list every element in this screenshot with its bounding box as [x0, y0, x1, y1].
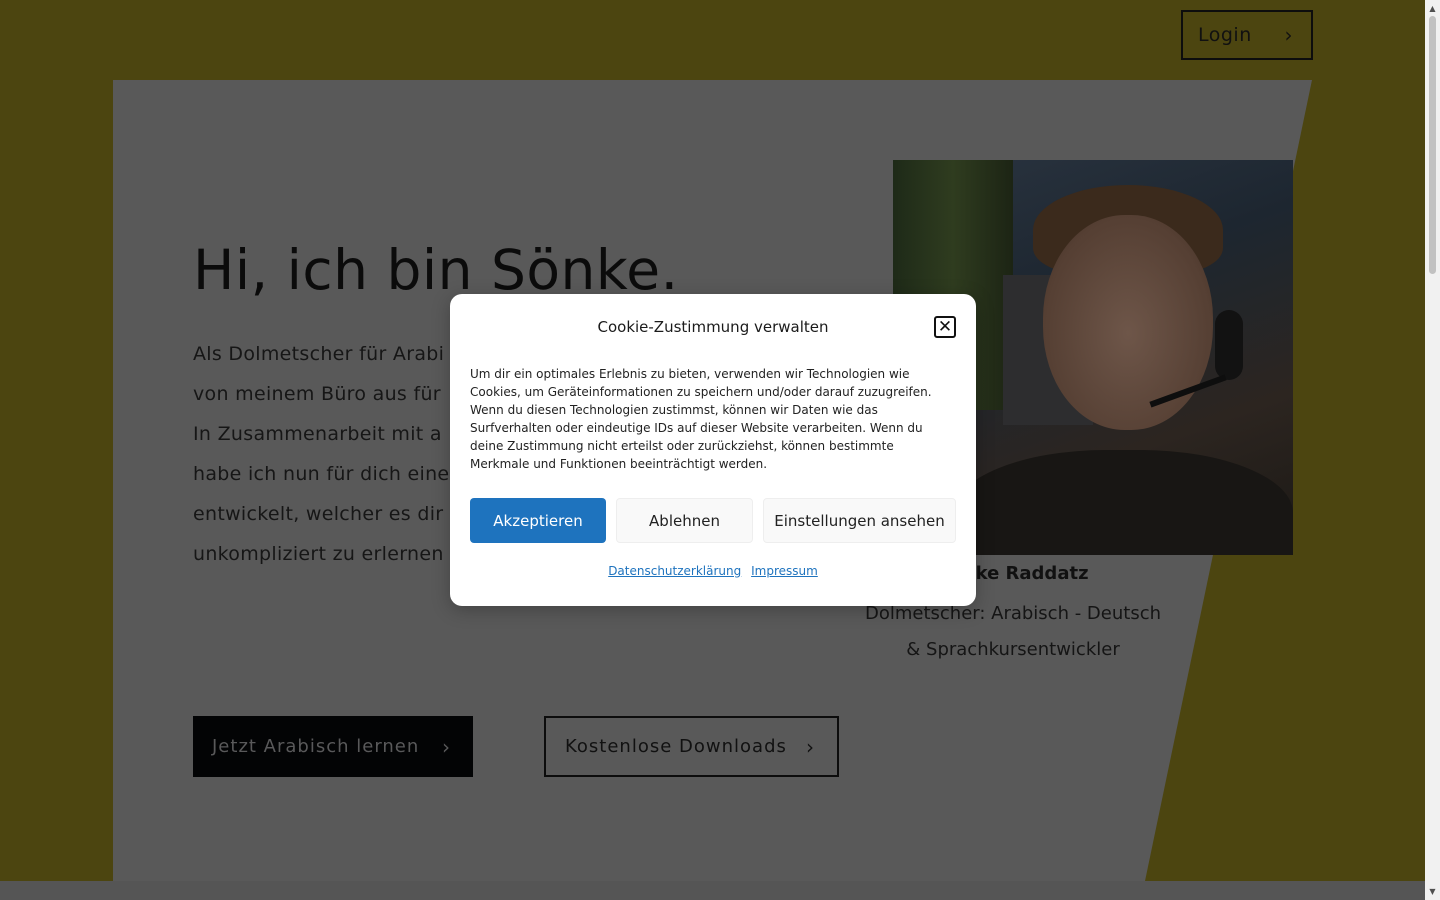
dialog-body-text: Um dir ein optimales Erlebnis zu bieten,… [470, 367, 932, 471]
scroll-down-arrow-icon[interactable]: ▼ [1425, 884, 1440, 898]
dialog-actions: Akzeptieren Ablehnen Einstellungen anseh… [470, 498, 956, 543]
modal-overlay: Cookie-Zustimmung verwalten ✕ Um dir ein… [0, 0, 1440, 900]
privacy-policy-link[interactable]: Datenschutzerklärung [608, 564, 741, 578]
accept-button[interactable]: Akzeptieren [470, 498, 606, 543]
close-icon: ✕ [937, 316, 953, 337]
vertical-scrollbar[interactable]: ▲ ▼ [1425, 0, 1440, 900]
scrollbar-thumb[interactable] [1429, 16, 1436, 274]
scroll-up-arrow-icon[interactable]: ▲ [1425, 1, 1440, 15]
dialog-title: Cookie-Zustimmung verwalten [597, 318, 829, 336]
dialog-links: Datenschutzerklärung Impressum [450, 564, 976, 578]
view-settings-button[interactable]: Einstellungen ansehen [763, 498, 956, 543]
imprint-link[interactable]: Impressum [751, 564, 818, 578]
cookie-consent-dialog: Cookie-Zustimmung verwalten ✕ Um dir ein… [450, 294, 976, 606]
close-button[interactable]: ✕ [934, 316, 956, 338]
deny-button[interactable]: Ablehnen [616, 498, 753, 543]
